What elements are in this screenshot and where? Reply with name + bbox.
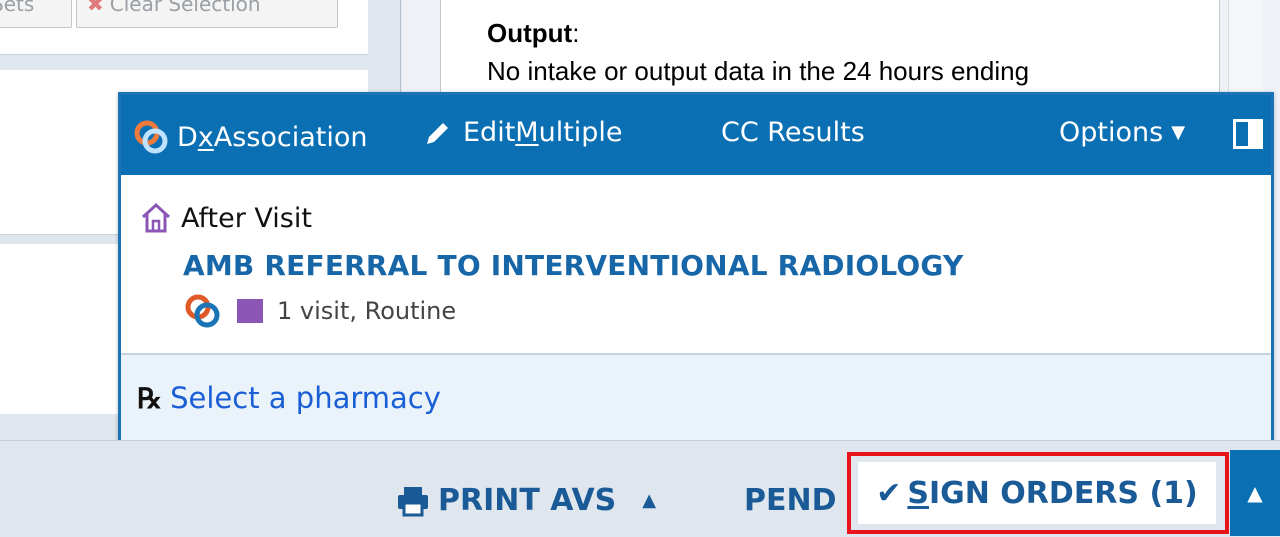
pharmacy-row: ℞ Select a pharmacy [137,381,441,415]
note-title-colon: : [572,18,580,48]
options-label: Options [1059,117,1164,148]
note-text: No intake or output data in the 24 hours… [487,56,1030,86]
sign-orders-label: IGN ORDERS (1) [928,475,1198,511]
pencil-icon [427,122,448,144]
after-visit-header: After Visit [139,201,312,235]
note-title-text: Output [487,18,573,48]
popup-toolbar: Dx Association Edit Multiple CC Results … [121,95,1271,175]
dx-suffix: Association [213,121,368,153]
edit-multiple-button[interactable]: Edit Multiple [423,117,623,148]
sign-options-button[interactable]: ▲ [1230,450,1280,536]
order-details-text: 1 visit, Routine [277,297,457,325]
order-sets-label: Sets [0,0,35,16]
clear-selection-button[interactable]: ✖ Clear Selection [76,0,338,28]
pharmacy-section: ℞ Select a pharmacy [121,353,1271,446]
sign-underline: S [907,475,929,511]
edit-prefix: Edit [463,117,516,148]
clear-selection-label: Clear Selection [109,0,261,16]
note-scrollbar[interactable] [1228,0,1263,96]
rx-icon: ℞ [137,381,163,415]
note-title: Output: [487,18,579,49]
edit-suffix: ultiple [538,117,623,148]
dx-link-icon [185,294,220,328]
options-dropdown[interactable]: Options ▼ [1059,117,1185,148]
dx-prefix: D [177,121,198,153]
order-sets-button[interactable]: Sets [0,0,72,28]
sign-orders-button[interactable]: ✔ S IGN ORDERS (1) [858,462,1216,524]
cc-results-button[interactable]: CC Results [721,117,865,148]
order-details: 1 visit, Routine [183,291,456,331]
priority-square-icon [237,299,263,323]
dx-association-button[interactable]: Dx Association [131,117,368,157]
cc-results-label: CC Results [721,117,865,148]
after-visit-label: After Visit [181,202,312,234]
panel-toggle-icon[interactable] [1233,119,1263,149]
checkmark-icon: ✔ [876,475,902,511]
clear-x-icon: ✖ [87,0,104,16]
pend-button[interactable]: PEND [744,483,837,518]
order-name-link[interactable]: AMB REFERRAL TO INTERVENTIONAL RADIOLOGY [183,249,963,282]
edit-underline: M [515,117,539,148]
left-toolbar-card: Sets ✖ Clear Selection [0,0,368,55]
printer-icon [398,486,428,516]
orders-popup: Dx Association Edit Multiple CC Results … [118,92,1274,446]
print-avs-button[interactable]: PRINT AVS ▲ [396,483,656,518]
dx-underline: x [197,121,214,153]
caret-down-icon: ▼ [1171,122,1186,143]
order-section: After Visit AMB REFERRAL TO INTERVENTION… [121,175,1271,353]
caret-up-icon[interactable]: ▲ [642,490,656,511]
caret-up-icon: ▲ [1247,481,1263,505]
home-icon [141,202,171,233]
dx-link-icon [134,120,168,154]
print-avs-label: PRINT AVS [438,483,617,518]
select-pharmacy-link[interactable]: Select a pharmacy [170,381,441,415]
